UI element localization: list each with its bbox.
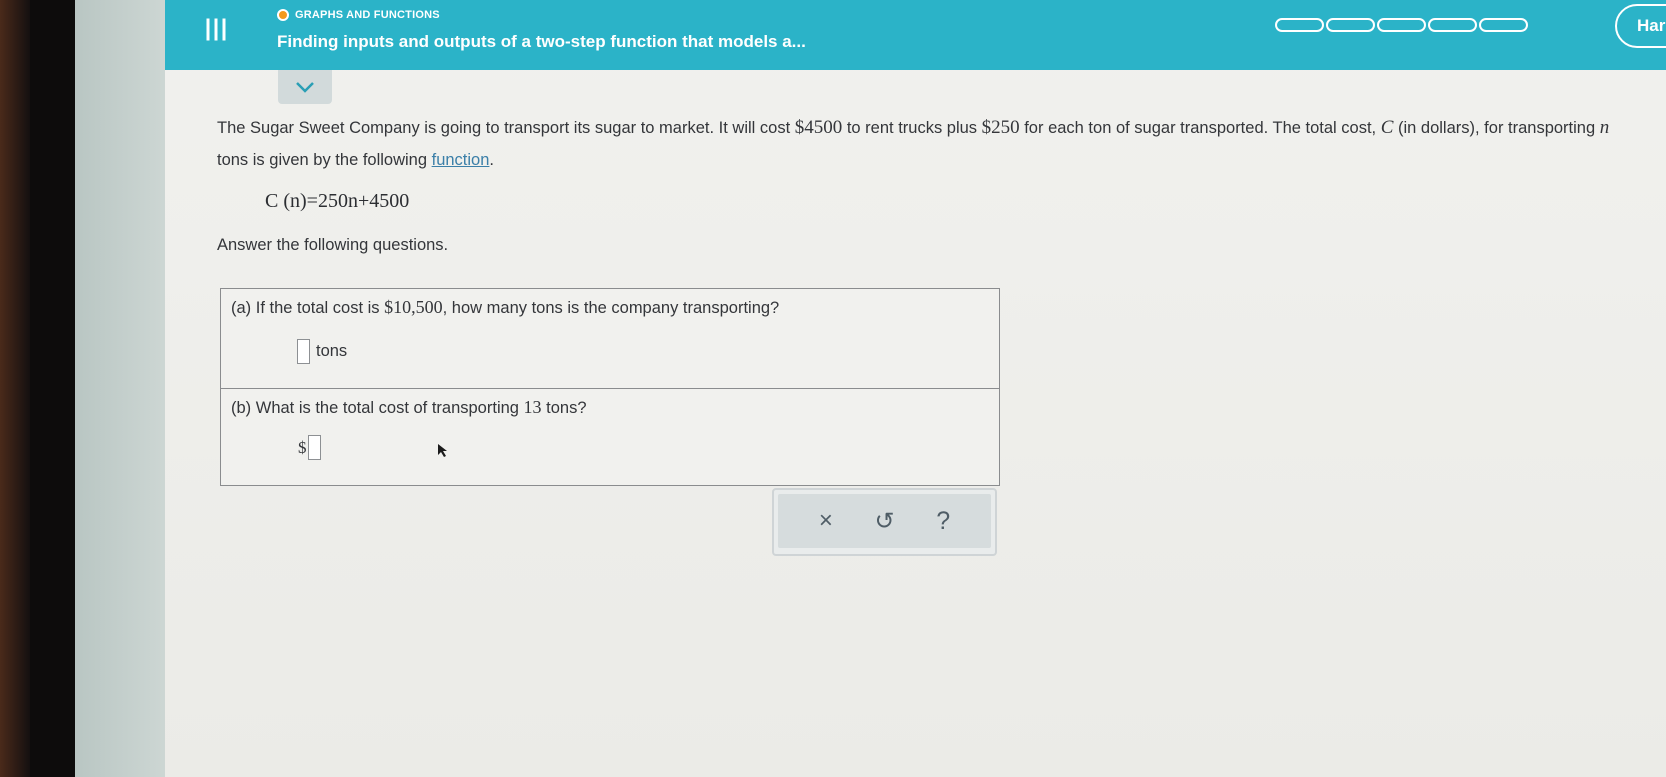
progress-segment	[1377, 18, 1426, 32]
answer-a-input[interactable]	[297, 339, 310, 364]
function-link[interactable]: function	[432, 151, 490, 169]
question-b-text: (b) What is the total cost of transporti…	[231, 397, 587, 417]
profile-button[interactable]: Har	[1615, 4, 1666, 48]
screen-margin	[75, 0, 175, 777]
topic-status-icon	[277, 9, 289, 21]
answer-instructions: Answer the following questions.	[217, 236, 449, 254]
progress-segment	[1428, 18, 1477, 32]
answer-toolbar: × ↺ ?	[772, 488, 997, 556]
answer-a-row: tons	[297, 339, 347, 364]
progress-bar	[1275, 18, 1528, 32]
answer-b-input[interactable]	[307, 435, 321, 460]
mouse-pointer-icon	[438, 444, 447, 457]
progress-segment	[1479, 18, 1528, 32]
help-button[interactable]: ?	[936, 507, 950, 536]
lesson-title: Finding inputs and outputs of a two-step…	[277, 32, 806, 51]
monitor-bezel	[0, 0, 30, 777]
menu-icon[interactable]	[205, 18, 227, 42]
progress-segment	[1275, 18, 1324, 32]
question-a-text: (a) If the total cost is $10,500, how ma…	[231, 297, 780, 317]
progress-segment	[1326, 18, 1375, 32]
topic-breadcrumb: GRAPHS AND FUNCTIONS	[277, 9, 440, 21]
chevron-down-icon	[296, 82, 314, 93]
undo-button[interactable]: ↺	[875, 507, 895, 536]
formula: C (n)=250n+4500	[265, 190, 410, 212]
top-bar: GRAPHS AND FUNCTIONS Finding inputs and …	[165, 0, 1666, 70]
answer-b-currency: $	[298, 437, 307, 457]
answer-a-unit: tons	[316, 342, 348, 360]
answer-b-row: $	[298, 435, 321, 460]
collapse-toggle[interactable]	[278, 70, 332, 104]
topic-label: GRAPHS AND FUNCTIONS	[295, 9, 440, 21]
monitor-bezel-inner	[30, 0, 75, 777]
question-box: (a) If the total cost is $10,500, how ma…	[220, 288, 1000, 486]
problem-statement: The Sugar Sweet Company is going to tran…	[217, 117, 1610, 169]
question-b: (b) What is the total cost of transporti…	[221, 389, 999, 487]
clear-button[interactable]: ×	[819, 507, 833, 535]
question-a: (a) If the total cost is $10,500, how ma…	[221, 289, 999, 389]
